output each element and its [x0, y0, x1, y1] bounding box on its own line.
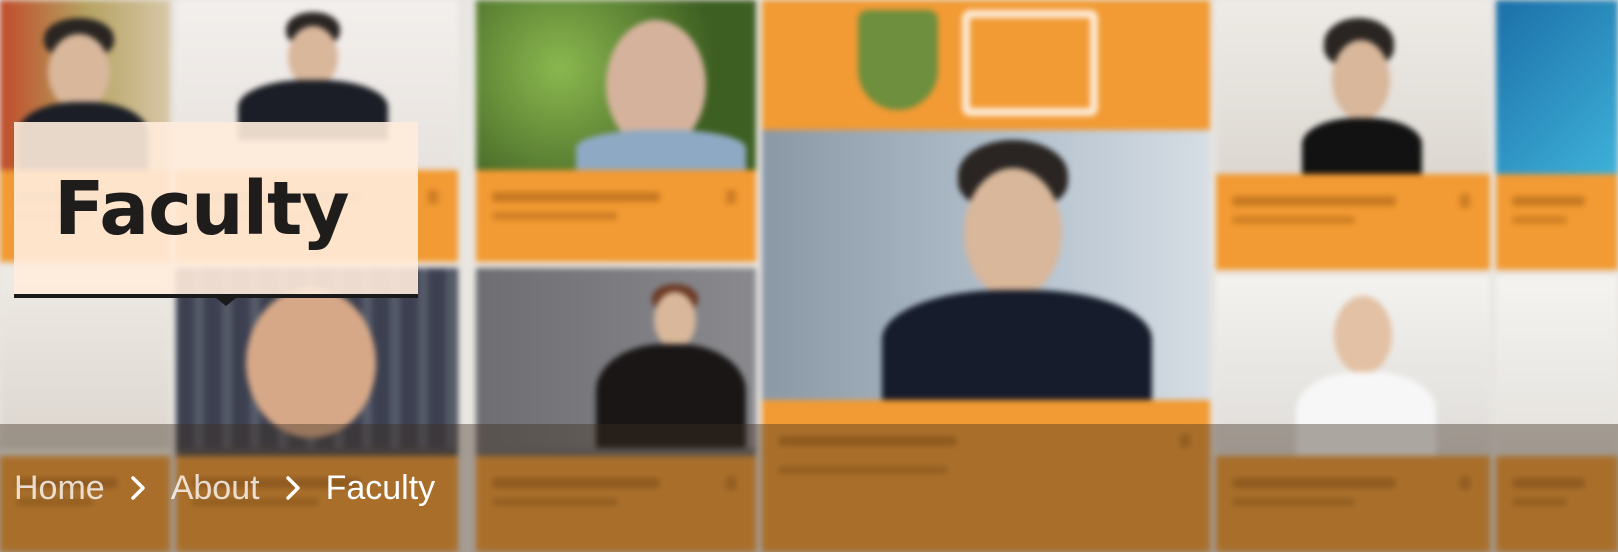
breadcrumb: Home About Faculty	[14, 462, 435, 514]
chevron-right-icon	[260, 473, 326, 503]
page-title: Faculty	[54, 166, 350, 252]
breadcrumb-home-link[interactable]: Home	[14, 469, 105, 508]
faculty-card	[1496, 0, 1618, 270]
chevron-right-icon	[105, 473, 171, 503]
page-title-box: Faculty	[14, 122, 418, 306]
breadcrumb-about-link[interactable]: About	[171, 469, 260, 508]
faculty-card	[476, 0, 756, 262]
faculty-card	[1216, 0, 1490, 270]
breadcrumb-current-page: Faculty	[325, 468, 436, 507]
